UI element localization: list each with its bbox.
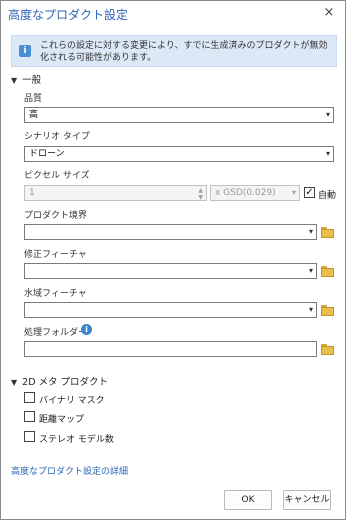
info-banner-text: これらの設定に対する変更により、すでに生成済みのプロダクトが無効化される可能性が… [40,41,328,63]
chevron-down-icon: ▾ [308,227,313,236]
quality-select[interactable]: 高 ▾ [24,107,334,123]
chevron-down-icon: ▾ [291,188,296,197]
product-boundary-select[interactable]: ▾ [24,224,317,240]
pixel-size-label: ピクセル サイズ [24,171,90,181]
cancel-button[interactable]: キャンセル [283,490,331,510]
info-icon: i [19,45,31,57]
scenario-type-select[interactable]: ドローン ▾ [24,146,334,162]
general-section-label: 一般 [22,75,42,86]
waterbody-feature-label: 水域フィーチャ [24,289,87,299]
auto-checkbox[interactable]: ✓ [304,187,315,198]
stereo-model-count-checkbox[interactable] [24,431,35,442]
chevron-down-icon: ▾ [308,266,313,275]
correction-feature-label: 修正フィーチャ [24,250,87,260]
info-icon[interactable]: i [81,324,92,335]
folder-icon[interactable] [321,227,334,238]
product-boundary-label: プロダクト境界 [24,211,88,221]
stereo-model-count-label: ステレオ モデル数 [39,435,114,445]
ok-button[interactable]: OK [224,490,272,510]
chevron-down-icon: ▼ [11,76,18,85]
meta-2d-section-header[interactable]: ▼ 2D メタ プロダクト [11,374,108,388]
meta-2d-section-label: 2D メタ プロダクト [22,377,109,388]
advanced-product-settings-dialog: 高度なプロダクト設定 × i これらの設定に対する変更により、すでに生成済みのプ… [0,0,346,520]
pixel-size-stepper[interactable]: 1 ▲ ▼ [24,185,207,201]
chevron-down-icon: ▾ [325,110,330,119]
chevron-down-icon: ▾ [325,149,330,158]
folder-icon[interactable] [321,266,334,277]
distance-map-label: 距離マップ [39,415,85,425]
auto-label: 自動 [318,191,337,201]
waterbody-feature-select[interactable]: ▾ [24,302,317,318]
dialog-title: 高度なプロダクト設定 [8,8,129,22]
chevron-down-icon: ▾ [308,305,313,314]
quality-label: 品質 [24,94,43,104]
distance-map-checkbox[interactable] [24,411,35,422]
processing-folder-input[interactable] [24,341,317,357]
quality-value: 高 [29,110,39,120]
stepper-arrows-icon[interactable]: ▲ ▼ [198,187,203,201]
info-banner: i これらの設定に対する変更により、すでに生成済みのプロダクトが無効化される可能… [11,35,337,67]
correction-feature-select[interactable]: ▾ [24,263,317,279]
pixel-size-unit-select[interactable]: x GSD(0.029) ▾ [210,185,300,201]
folder-icon[interactable] [321,344,334,355]
folder-icon[interactable] [321,305,334,316]
general-section-header[interactable]: ▼ 一般 [11,72,41,86]
binary-mask-checkbox[interactable] [24,392,35,403]
binary-mask-label: バイナリ マスク [39,396,105,406]
pixel-size-value: 1 [29,188,35,198]
close-icon[interactable]: × [321,5,337,21]
chevron-down-icon: ▼ [11,378,18,387]
pixel-size-unit-value: x GSD(0.029) [215,188,276,198]
advanced-settings-help-link[interactable]: 高度なプロダクト設定の詳細 [11,464,128,477]
processing-folder-label: 処理フォルダー [24,328,88,338]
scenario-type-label: シナリオ タイプ [24,132,90,142]
scenario-type-value: ドローン [29,149,65,159]
